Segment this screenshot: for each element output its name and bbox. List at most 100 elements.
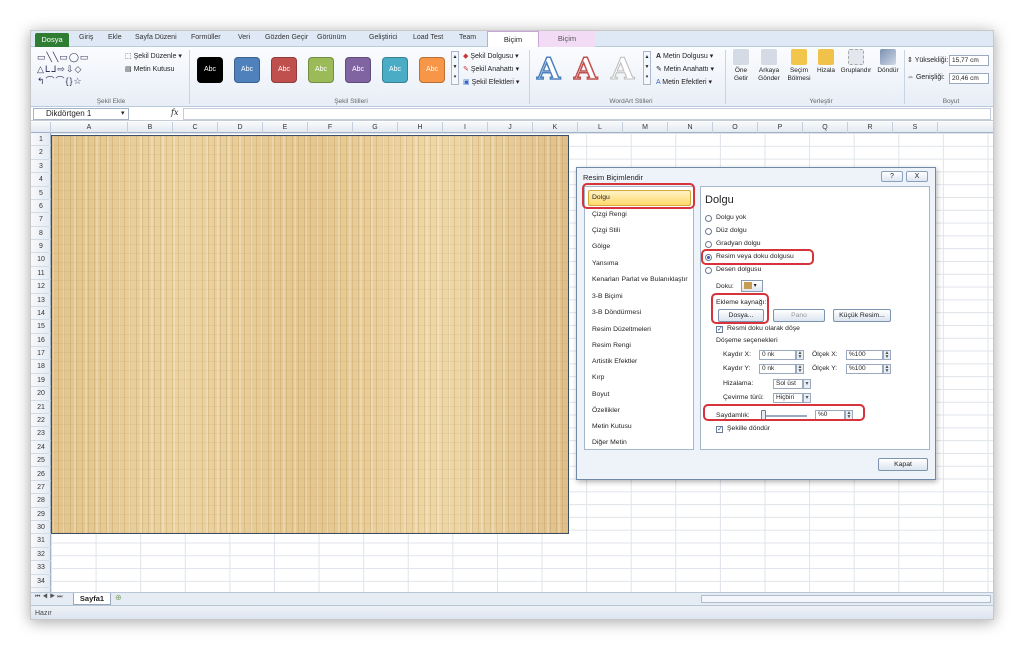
row-header[interactable]: 22 (31, 414, 51, 428)
clipboard-button[interactable]: Pano (773, 309, 825, 322)
category-item[interactable]: Resim Düzeltmeleri (592, 326, 651, 333)
column-header[interactable]: C (173, 122, 218, 133)
transparency-input[interactable]: %0 (815, 410, 845, 420)
column-header[interactable]: Q (803, 122, 848, 133)
close-icon[interactable]: X (906, 171, 928, 182)
select-all-corner[interactable] (31, 122, 51, 133)
row-header[interactable]: 4 (31, 173, 51, 187)
row-header[interactable]: 10 (31, 253, 51, 267)
function-icon[interactable]: fx (171, 108, 178, 117)
category-item[interactable]: Dolgu (592, 194, 610, 201)
row-header[interactable]: 5 (31, 187, 51, 200)
align-button[interactable]: Hizala (815, 49, 837, 75)
column-header[interactable]: E (263, 122, 308, 133)
row-header[interactable]: 2 (31, 146, 51, 160)
row-header[interactable]: 6 (31, 200, 51, 214)
column-header[interactable]: S (893, 122, 938, 133)
tab-format-drawing[interactable]: Biçim (487, 31, 539, 48)
textured-rectangle-shape[interactable] (51, 135, 569, 534)
category-item[interactable]: Kenarları Parlat ve Bulanıklaştır (592, 276, 688, 283)
alignment-dropdown-icon[interactable]: ▾ (803, 379, 811, 389)
offset-x-spinner[interactable]: ▲ ▼ (796, 350, 804, 360)
column-header[interactable]: I (443, 122, 488, 133)
row-header[interactable]: 12 (31, 280, 51, 294)
horizontal-scrollbar[interactable] (701, 595, 991, 603)
row-header[interactable]: 8 (31, 227, 51, 241)
rotate-with-shape-checkbox[interactable]: ✓ (716, 426, 723, 433)
shape-style-orange[interactable]: Abc (419, 57, 445, 83)
row-header[interactable]: 13 (31, 294, 51, 307)
column-header[interactable]: J (488, 122, 533, 133)
row-header[interactable]: 20 (31, 387, 51, 401)
mirror-type-dropdown-icon[interactable]: ▾ (803, 393, 811, 403)
tab-team[interactable]: Team (459, 34, 476, 41)
text-box-button[interactable]: ▤ Metin Kutusu (125, 65, 174, 73)
help-button[interactable]: ? (881, 171, 903, 182)
scale-x-spinner[interactable]: ▲ ▼ (883, 350, 891, 360)
formula-input[interactable] (183, 108, 991, 120)
wordart-style-grey[interactable]: A (610, 52, 634, 87)
column-header[interactable]: R (848, 122, 893, 133)
category-item[interactable]: 3-B Biçimi (592, 293, 623, 300)
row-header[interactable]: 28 (31, 494, 51, 508)
tab-review[interactable]: Gözden Geçir (265, 34, 308, 41)
row-header[interactable]: 15 (31, 320, 51, 334)
sheet-tab-sayfa1[interactable]: Sayfa1 (73, 593, 111, 605)
tab-page-layout[interactable]: Sayfa Düzeni (135, 34, 177, 41)
styles-scroll-icon[interactable]: ▲ ▼ ▾ (451, 51, 459, 85)
shape-fill-button[interactable]: ◆ Şekil Dolgusu ▾ (463, 52, 519, 60)
group-button[interactable]: Gruplandır (839, 49, 873, 75)
category-item[interactable]: Boyut (592, 391, 609, 398)
category-item[interactable]: Çizgi Stili (592, 227, 620, 234)
new-sheet-icon[interactable]: ⊕ (115, 593, 122, 602)
row-header[interactable]: 16 (31, 334, 51, 348)
row-header[interactable]: 14 (31, 307, 51, 321)
sheet-nav-arrows-icon[interactable]: ⏮◀▶⏭ (35, 594, 65, 601)
radio-pattern-fill[interactable] (705, 267, 712, 274)
tab-home[interactable]: Giriş (79, 34, 93, 41)
rotate-button[interactable]: Döndür (876, 49, 900, 75)
tab-insert[interactable]: Ekle (108, 34, 122, 41)
shape-style-red[interactable]: Abc (271, 57, 297, 83)
scale-x-input[interactable]: %100 (846, 350, 883, 360)
height-input[interactable]: 15,77 cm (949, 55, 989, 66)
row-header[interactable]: 33 (31, 561, 51, 575)
radio-picture-texture-fill[interactable] (705, 254, 712, 261)
row-header[interactable]: 17 (31, 347, 51, 361)
row-header[interactable]: 18 (31, 360, 51, 374)
shape-style-aqua[interactable]: Abc (382, 57, 408, 83)
row-header[interactable]: 32 (31, 548, 51, 562)
tab-view[interactable]: Görünüm (317, 34, 346, 41)
category-item[interactable]: 3-B Döndürmesi (592, 309, 641, 316)
column-header[interactable]: N (668, 122, 713, 133)
bring-forward-button[interactable]: Öne Getir (730, 49, 752, 83)
shape-style-green[interactable]: Abc (308, 57, 334, 83)
tab-data[interactable]: Veri (238, 34, 250, 41)
category-item[interactable]: Kırp (592, 374, 604, 381)
file-button[interactable]: Dosya... (718, 309, 764, 322)
row-header[interactable]: 34 (31, 575, 51, 588)
transparency-slider-track[interactable] (763, 415, 807, 417)
column-header[interactable]: K (533, 122, 578, 133)
wordart-scroll-icon[interactable]: ▲ ▼ ▾ (643, 51, 651, 85)
row-header[interactable]: 24 (31, 441, 51, 455)
column-header[interactable]: F (308, 122, 353, 133)
close-button[interactable]: Kapat (878, 458, 928, 471)
shape-style-blue[interactable]: Abc (234, 57, 260, 83)
row-header[interactable]: 31 (31, 534, 51, 548)
category-item[interactable]: Yansıma (592, 260, 618, 267)
wordart-style-red[interactable]: A (573, 52, 598, 88)
transparency-slider-thumb[interactable] (761, 410, 766, 420)
row-header[interactable]: 26 (31, 468, 51, 481)
column-header[interactable]: M (623, 122, 668, 133)
category-item[interactable]: Resim Rengi (592, 342, 631, 349)
texture-picker-button[interactable]: ▾ (741, 280, 763, 292)
offset-y-spinner[interactable]: ▲ ▼ (796, 364, 804, 374)
column-header[interactable]: D (218, 122, 263, 133)
shape-style-black[interactable]: Abc (197, 57, 223, 83)
transparency-spinner[interactable]: ▲ ▼ (845, 410, 853, 420)
mirror-type-select[interactable]: Hiçbiri (773, 393, 803, 403)
text-outline-button[interactable]: ✎ Metin Anahattı ▾ (656, 65, 714, 73)
shape-style-purple[interactable]: Abc (345, 57, 371, 83)
scale-y-input[interactable]: %100 (846, 364, 883, 374)
